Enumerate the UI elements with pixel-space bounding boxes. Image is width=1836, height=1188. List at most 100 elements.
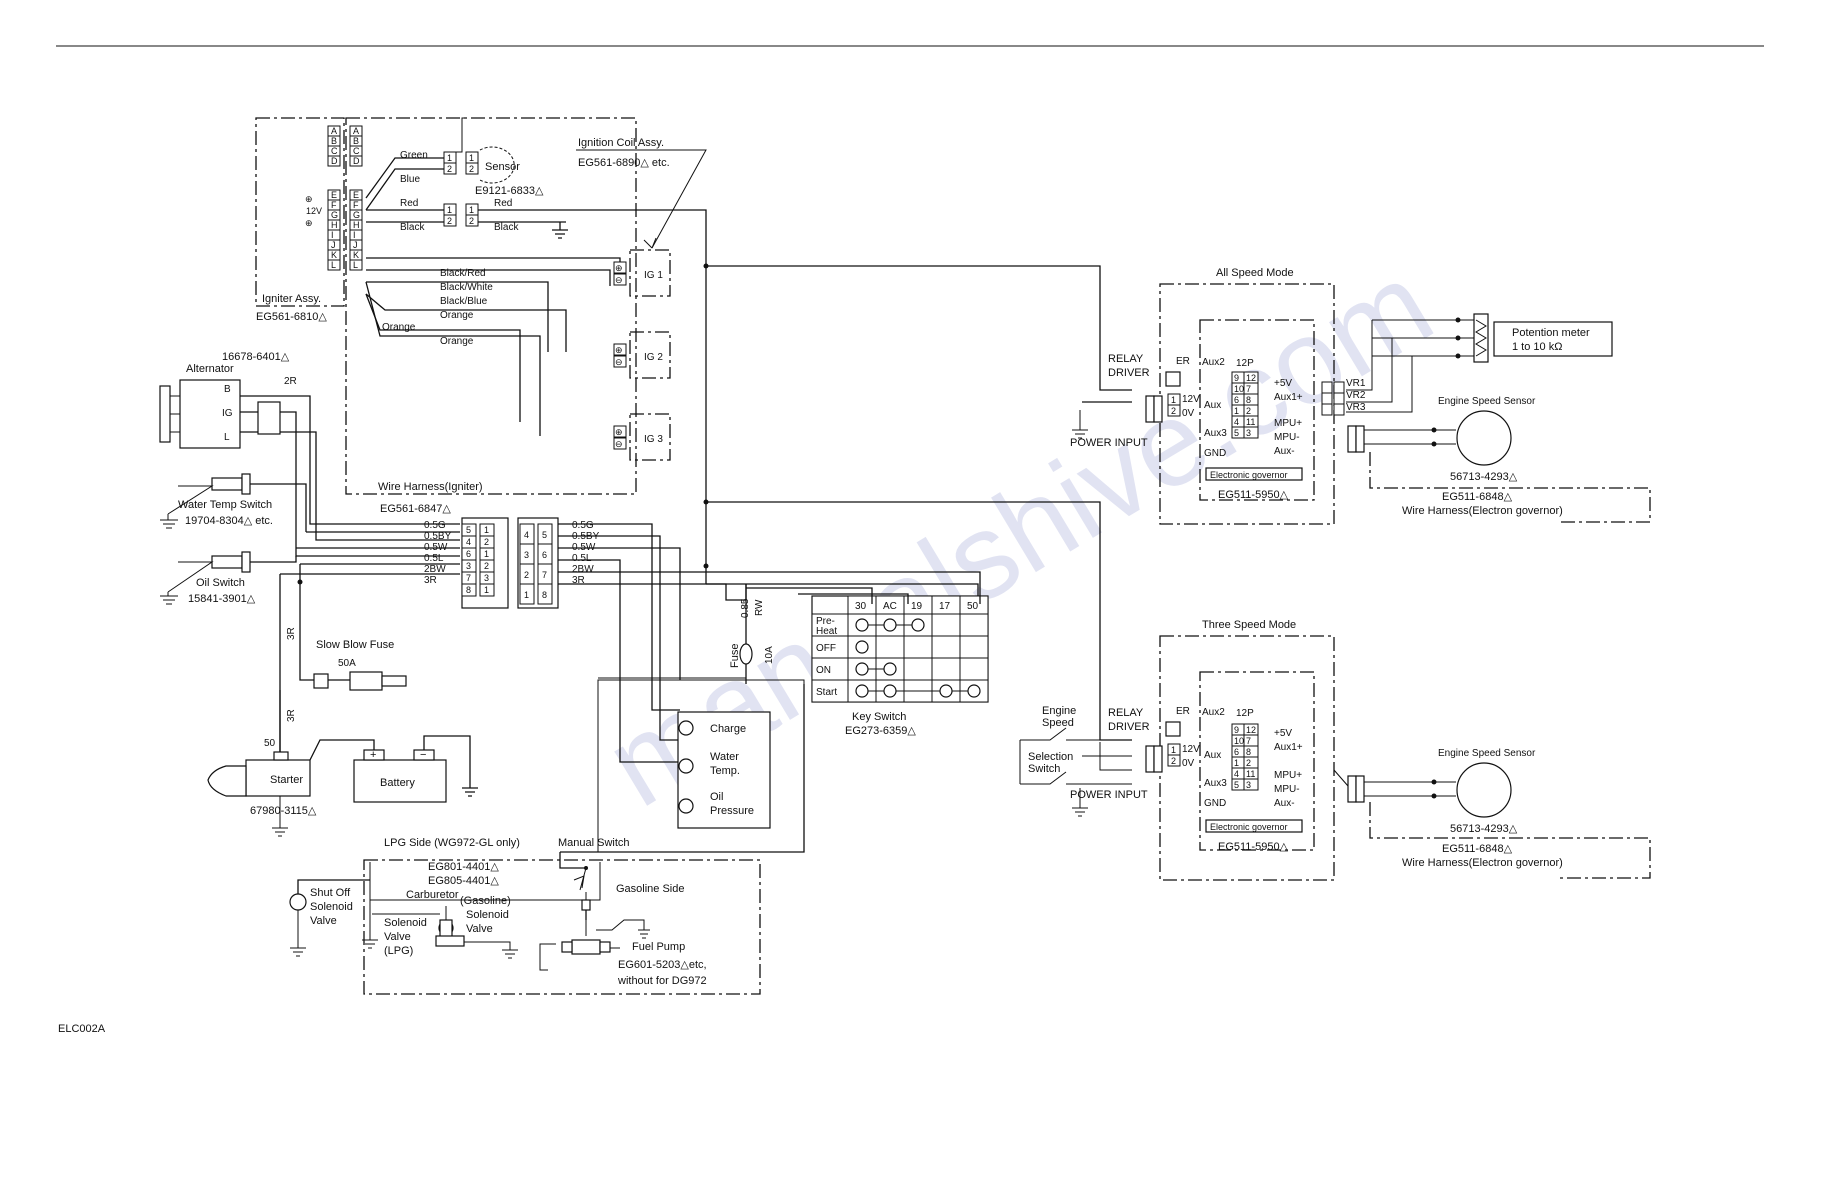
igniter-pin-label: A bbox=[331, 126, 337, 136]
key-switch-contact bbox=[855, 684, 869, 698]
left-wire-3r: 3R bbox=[424, 575, 437, 586]
right-wire-05l: 0.5L bbox=[572, 553, 592, 564]
svg-text:1: 1 bbox=[1171, 745, 1176, 755]
three-speed-gnd: GND bbox=[1204, 798, 1226, 809]
sensor: 1 2 1 2 Sensor E9121-6833△ bbox=[443, 146, 544, 197]
governor-pin-label: 5 bbox=[1234, 780, 1239, 790]
igniter-pin-label: G bbox=[331, 210, 338, 220]
all-speed-ess-label: Engine Speed Sensor bbox=[1438, 396, 1536, 407]
right-wire-05g: 0.5G bbox=[572, 520, 594, 531]
all-speed-0v: 0V bbox=[1182, 408, 1195, 419]
igniter-pin-label: D bbox=[331, 156, 338, 166]
igniter-label: Igniter Assy. bbox=[262, 293, 321, 305]
all-speed-harness: Wire Harness(Electron governor) bbox=[1402, 505, 1563, 517]
three-speed-power: POWER INPUT bbox=[1070, 789, 1148, 801]
key-switch-col-label: 19 bbox=[911, 601, 923, 612]
connector-left-pin-b-label: 2 bbox=[484, 537, 489, 547]
three-speed-harness: Wire Harness(Electron governor) bbox=[1402, 857, 1563, 869]
all-speed-aux3: Aux3 bbox=[1204, 428, 1227, 439]
key-switch-contact bbox=[883, 618, 897, 632]
fuel-pump-note: without for DG972 bbox=[617, 975, 707, 987]
oil-switch-part: 15841-3901△ bbox=[188, 593, 256, 605]
connector-right-pin-label: 1 bbox=[524, 590, 529, 600]
igniter-pin-label: E bbox=[353, 190, 359, 200]
key-switch-row-label: Heat bbox=[816, 626, 837, 637]
svg-text:2: 2 bbox=[1171, 406, 1176, 416]
igniter-pin-label: H bbox=[353, 220, 360, 230]
three-speed-0v: 0V bbox=[1182, 758, 1195, 769]
wire-harness-igniter-label: Wire Harness(Igniter) bbox=[378, 481, 483, 493]
key-switch-contact bbox=[939, 684, 953, 698]
vr3-label: VR3 bbox=[1346, 402, 1366, 413]
all-speed-mpum: MPU- bbox=[1274, 432, 1300, 443]
key-switch-contact bbox=[911, 618, 925, 632]
igniter-pin-label: I bbox=[331, 230, 334, 240]
wiring-diagram: manualshive.com ABCDEFGHIJKL ABCDEFGHIJK… bbox=[56, 45, 1764, 1035]
starter: 3R 50 Starter 67980-3115△ bbox=[207, 690, 317, 837]
governor-pin-r-label: 12 bbox=[1246, 725, 1256, 735]
wire-green: Green bbox=[400, 150, 428, 161]
water-temp-switch-label: Water Temp Switch bbox=[178, 499, 272, 511]
all-speed-aux: Aux bbox=[1204, 400, 1221, 411]
right-wire-2bw: 2BW bbox=[572, 564, 594, 575]
ignition-coil-title: Ignition Coil Assy. bbox=[578, 137, 664, 149]
all-speed-12v: 12V bbox=[1182, 394, 1200, 405]
governor-pin-label: 10 bbox=[1234, 736, 1244, 746]
governor-pin-r-label: 3 bbox=[1246, 428, 1251, 438]
governor-pin-label: 6 bbox=[1234, 747, 1239, 757]
vr-pin bbox=[1321, 403, 1333, 416]
three-speed-er: ER bbox=[1176, 706, 1190, 717]
lpg-section: LPG Side (WG972-GL only) Manual Switch E… bbox=[289, 837, 761, 995]
vr-pin bbox=[1321, 381, 1333, 394]
wire-black-2: Black bbox=[494, 222, 519, 233]
left-wire-2bw: 2BW bbox=[424, 564, 446, 575]
igniter-pin-label: C bbox=[353, 146, 360, 156]
all-speed-ess-part: 56713-4293△ bbox=[1450, 471, 1518, 483]
connector-left-pin-b-label: 1 bbox=[484, 549, 489, 559]
three-speed-relay: RELAY DRIVER bbox=[1108, 707, 1150, 733]
fuse-wire-3r: 3R bbox=[286, 627, 297, 640]
igniter-pin bbox=[327, 229, 341, 241]
key-switch-cell bbox=[903, 657, 933, 681]
ig1-label: IG 1 bbox=[644, 270, 663, 281]
connector-left-pin-b-label: 3 bbox=[484, 573, 489, 583]
key-switch-row-label: ON bbox=[816, 665, 831, 676]
page-id: ELC002A bbox=[58, 1023, 106, 1035]
igniter-pin-label: B bbox=[353, 136, 359, 146]
vr-pin-b bbox=[1333, 403, 1345, 416]
igniter-pin-label: K bbox=[353, 250, 359, 260]
coil-terminal-label: ⊖ bbox=[615, 275, 623, 285]
slow-blow-fuse-label: Slow Blow Fuse bbox=[316, 639, 394, 651]
wire-black-white: Black/White bbox=[440, 282, 493, 293]
governor-pin-r-label: 11 bbox=[1246, 769, 1255, 779]
connector-left-pin-label: 4 bbox=[466, 537, 471, 547]
all-speed-power: POWER INPUT bbox=[1070, 437, 1148, 449]
left-wire-05l: 0.5L bbox=[424, 553, 444, 564]
key-switch-col-label: 17 bbox=[939, 601, 951, 612]
governor-pin-label: 1 bbox=[1234, 406, 1239, 416]
governor-pin-r-label: 11 bbox=[1246, 417, 1255, 427]
key-switch-col-label: 50 bbox=[967, 601, 979, 612]
coil-terminal-label: ⊖ bbox=[615, 357, 623, 367]
all-speed-title: All Speed Mode bbox=[1216, 267, 1294, 279]
connector-left-pin-b-label: 2 bbox=[484, 561, 489, 571]
all-speed-auxm: Aux- bbox=[1274, 446, 1295, 457]
fuel-pump-label: Fuel Pump bbox=[632, 941, 685, 953]
right-wire-05w: 0.5W bbox=[572, 542, 596, 553]
battery-plus: + bbox=[370, 749, 376, 761]
governor-pin-r-label: 2 bbox=[1246, 758, 1251, 768]
connector-left-pin-label: 6 bbox=[466, 549, 471, 559]
lpg-side-label: LPG Side (WG972-GL only) bbox=[384, 837, 520, 849]
three-speed-egov-part: EG511-5950△ bbox=[1218, 841, 1289, 853]
governor-pin-r-label: 2 bbox=[1246, 406, 1251, 416]
water-temp-switch: Water Temp Switch 19704-8304△ etc. bbox=[160, 473, 307, 532]
vr1-label: VR1 bbox=[1346, 378, 1366, 389]
starter-part: 67980-3115△ bbox=[250, 805, 317, 817]
key-switch-contact bbox=[855, 640, 869, 654]
key-switch-cell bbox=[875, 635, 905, 659]
three-speed-egov: Electronic governor bbox=[1210, 822, 1288, 832]
wire-black: Black bbox=[400, 222, 425, 233]
three-speed-aux: Aux bbox=[1204, 750, 1221, 761]
vr-pin-b bbox=[1333, 392, 1345, 405]
coil-terminal-label: ⊕ bbox=[615, 427, 623, 437]
